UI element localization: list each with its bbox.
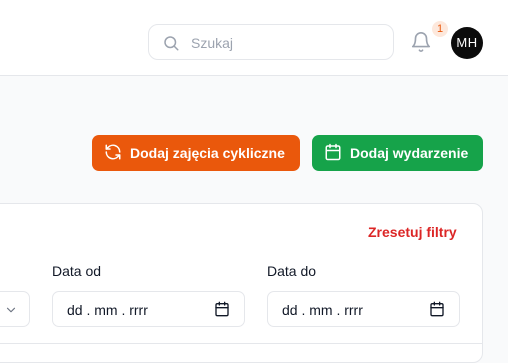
reset-filters-link[interactable]: Zresetuj filtry bbox=[368, 224, 457, 240]
add-event-button[interactable]: Dodaj wydarzenie bbox=[312, 135, 483, 171]
bell-icon[interactable] bbox=[410, 31, 434, 55]
add-cyclic-classes-button[interactable]: Dodaj zajęcia cykliczne bbox=[92, 135, 300, 171]
calendar-icon[interactable] bbox=[214, 301, 230, 317]
avatar[interactable]: MH bbox=[451, 27, 483, 59]
filter-select[interactable] bbox=[0, 291, 30, 327]
search-icon bbox=[162, 34, 180, 52]
date-from-value: dd . mm . rrrr bbox=[67, 302, 148, 318]
search-box[interactable] bbox=[148, 24, 394, 61]
panel-divider bbox=[0, 343, 483, 344]
calendar-icon bbox=[324, 143, 342, 164]
date-from-input[interactable]: dd . mm . rrrr bbox=[52, 291, 245, 327]
add-event-label: Dodaj wydarzenie bbox=[350, 145, 469, 161]
date-to-label: Data do bbox=[267, 263, 317, 279]
refresh-icon bbox=[104, 143, 122, 164]
date-to-value: dd . mm . rrrr bbox=[282, 302, 363, 318]
date-to-input[interactable]: dd . mm . rrrr bbox=[267, 291, 460, 327]
notification-badge: 1 bbox=[432, 21, 448, 37]
add-cyclic-classes-label: Dodaj zajęcia cykliczne bbox=[130, 145, 285, 161]
calendar-icon[interactable] bbox=[429, 301, 445, 317]
search-input[interactable] bbox=[189, 25, 383, 61]
top-bar: 1 MH bbox=[0, 0, 508, 76]
date-from-label: Data od bbox=[52, 263, 102, 279]
